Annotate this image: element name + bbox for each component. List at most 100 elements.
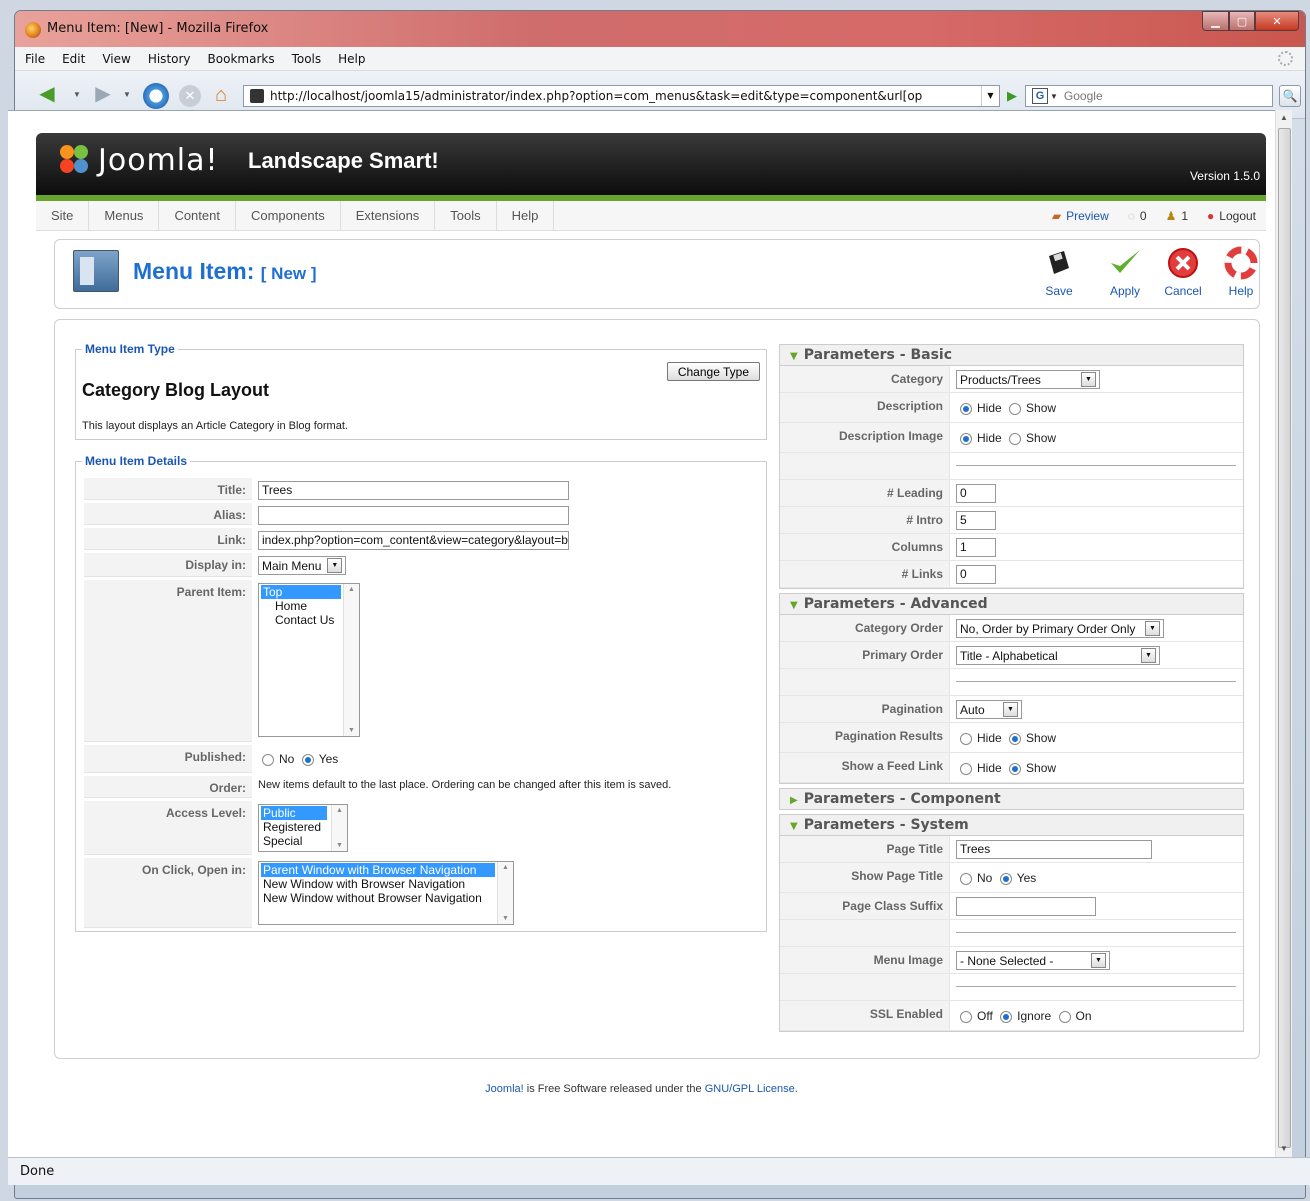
url-history-dropdown[interactable]: ▼ <box>981 86 999 106</box>
category-select[interactable]: Products/Trees ▼ <box>956 370 1100 389</box>
search-placeholder: Google <box>1063 89 1103 103</box>
page-title-input[interactable]: Trees <box>956 840 1152 859</box>
intro-input[interactable]: 5 <box>956 511 996 530</box>
home-icon[interactable]: ⌂ <box>215 84 227 107</box>
search-engine-dropdown[interactable]: ▼ <box>1050 92 1058 101</box>
description-image-label: Description Image <box>780 423 950 452</box>
description-hide-radio[interactable] <box>960 402 972 415</box>
back-history-dropdown[interactable]: ▼ <box>73 90 81 99</box>
title-input[interactable]: Trees <box>258 481 569 500</box>
go-icon[interactable]: ▶ <box>1003 87 1021 105</box>
description-image-hide-radio[interactable] <box>960 432 972 445</box>
published-no-radio[interactable] <box>262 753 274 766</box>
reload-icon[interactable] <box>143 83 169 109</box>
preview-link[interactable]: ▰ Preview <box>1047 209 1109 223</box>
menu-history[interactable]: History <box>148 52 191 66</box>
apply-button[interactable]: Apply <box>1095 246 1155 298</box>
link-input[interactable]: index.php?option=com_content&view=catego… <box>258 531 569 550</box>
address-bar[interactable]: http://localhost/joomla15/administrator/… <box>243 85 1000 107</box>
parent-option-top[interactable]: Top <box>261 585 341 599</box>
param-row-intro: # Intro 5 <box>780 507 1243 534</box>
status-bar: Done <box>8 1157 1310 1185</box>
ssl-enabled-label: SSL Enabled <box>780 1001 950 1030</box>
show-page-title-no-radio[interactable] <box>960 872 972 885</box>
listbox-scrollbar[interactable] <box>497 862 513 924</box>
primary-order-select[interactable]: Title - Alphabetical ▼ <box>956 646 1160 665</box>
logout-link[interactable]: ● Logout <box>1202 209 1256 223</box>
menu-tools[interactable]: Tools <box>292 52 322 66</box>
show-page-title-yes-radio[interactable] <box>999 872 1012 885</box>
stop-icon[interactable]: ✕ <box>179 85 201 107</box>
parent-item-listbox[interactable]: Top Home Contact Us <box>258 583 360 737</box>
help-button[interactable]: Help <box>1211 246 1271 298</box>
scroll-down-icon[interactable]: ▼ <box>1276 1141 1292 1157</box>
admin-menu-menus[interactable]: Menus <box>89 200 160 231</box>
maximize-button[interactable]: ▢ <box>1229 11 1255 31</box>
onclick-option-parent-window[interactable]: Parent Window with Browser Navigation <box>261 863 495 877</box>
google-icon[interactable]: G <box>1032 88 1048 104</box>
joomla-link[interactable]: Joomla! <box>485 1083 524 1095</box>
menu-help[interactable]: Help <box>338 52 365 66</box>
params-component-header[interactable]: ▶ Parameters - Component <box>779 788 1244 810</box>
display-in-select[interactable]: Main Menu ▼ <box>258 556 347 575</box>
admin-menu-content[interactable]: Content <box>159 200 236 231</box>
listbox-scrollbar[interactable] <box>331 805 347 851</box>
forward-icon[interactable]: ▶ <box>89 84 117 106</box>
admin-menu-help[interactable]: Help <box>497 200 555 231</box>
minimize-button[interactable]: ▁ <box>1202 11 1229 31</box>
scroll-up-icon[interactable]: ▲ <box>1276 110 1292 126</box>
alias-input[interactable] <box>258 506 569 525</box>
ssl-ignore-radio[interactable] <box>1000 1010 1013 1023</box>
access-level-label: Access Level: <box>84 801 252 855</box>
pagination-results-show-radio[interactable] <box>1009 732 1022 745</box>
on-click-listbox[interactable]: Parent Window with Browser Navigation Ne… <box>258 861 514 925</box>
search-box[interactable]: G ▼ Google <box>1025 85 1273 107</box>
menu-edit[interactable]: Edit <box>62 52 85 66</box>
access-option-public[interactable]: Public <box>261 806 327 820</box>
feed-link-show-radio[interactable] <box>1009 762 1022 775</box>
back-icon[interactable]: ◀ <box>33 84 61 106</box>
category-order-select[interactable]: No, Order by Primary Order Only ▼ <box>956 619 1164 638</box>
menu-view[interactable]: View <box>102 52 130 66</box>
change-type-button[interactable]: Change Type <box>666 362 760 381</box>
admin-menu-tools[interactable]: Tools <box>435 200 497 231</box>
cancel-button[interactable]: Cancel <box>1153 246 1213 298</box>
params-advanced-header[interactable]: ▼ Parameters - Advanced <box>779 593 1244 615</box>
links-input[interactable]: 0 <box>956 565 996 584</box>
ssl-off-radio[interactable] <box>960 1010 972 1023</box>
search-icon[interactable]: 🔍 <box>1279 85 1301 107</box>
messages-count[interactable]: ◌ 0 <box>1123 209 1147 223</box>
forward-history-dropdown[interactable]: ▼ <box>123 90 131 99</box>
description-image-show-radio[interactable] <box>1009 432 1022 445</box>
params-advanced-body: Category Order No, Order by Primary Orde… <box>779 615 1244 784</box>
leading-input[interactable]: 0 <box>956 484 996 503</box>
order-text: New items default to the last place. Ord… <box>258 779 672 791</box>
description-show-radio[interactable] <box>1009 402 1022 415</box>
access-level-listbox[interactable]: Public Registered Special <box>258 804 348 852</box>
columns-input[interactable]: 1 <box>956 538 996 557</box>
params-basic-header[interactable]: ▼ Parameters - Basic <box>779 344 1244 366</box>
pagination-results-hide-radio[interactable] <box>960 732 972 745</box>
page-class-suffix-input[interactable] <box>956 897 1096 916</box>
admin-menu-site[interactable]: Site <box>36 200 90 231</box>
menu-bookmarks[interactable]: Bookmarks <box>208 52 275 66</box>
params-system-header[interactable]: ▼ Parameters - System <box>779 814 1244 836</box>
published-yes-radio[interactable] <box>301 753 314 766</box>
gpl-license-link[interactable]: GNU/GPL License <box>705 1083 795 1095</box>
admin-menu-components[interactable]: Components <box>236 200 341 231</box>
close-button[interactable]: ✕ <box>1255 11 1299 31</box>
onclick-option-new-window-no-nav[interactable]: New Window without Browser Navigation <box>261 891 511 905</box>
onclick-option-new-window-nav[interactable]: New Window with Browser Navigation <box>261 877 511 891</box>
ssl-on-radio[interactable] <box>1058 1010 1071 1023</box>
chevron-down-icon: ▼ <box>1141 648 1156 663</box>
scrollbar-thumb[interactable] <box>1278 128 1291 1148</box>
menu-file[interactable]: File <box>25 52 45 66</box>
admin-menu-extensions[interactable]: Extensions <box>341 200 436 231</box>
save-button[interactable]: Save <box>1029 246 1089 298</box>
pagination-select[interactable]: Auto ▼ <box>956 700 1022 719</box>
listbox-scrollbar[interactable] <box>343 584 359 736</box>
page-scrollbar[interactable]: ▲ ▼ <box>1275 110 1292 1157</box>
menu-image-select[interactable]: - None Selected - ▼ <box>956 951 1110 970</box>
feed-link-hide-radio[interactable] <box>960 762 972 775</box>
param-spacer <box>780 669 1243 696</box>
